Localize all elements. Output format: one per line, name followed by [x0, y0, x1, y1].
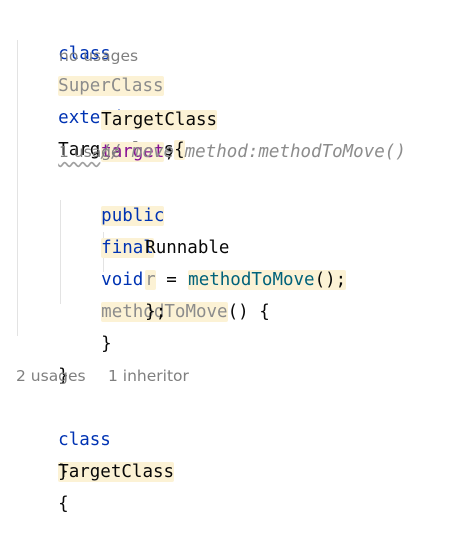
code-line-targetclass-close[interactable]: } — [16, 424, 69, 482]
comment-text: // move method:methodToMove() — [100, 142, 406, 162]
code-line-class-targetclass[interactable]: class TargetClass { — [16, 392, 175, 514]
lambda-close: }; — [145, 302, 167, 322]
code-editor[interactable]: class SuperClass extends TargetClass{ no… — [0, 0, 467, 514]
usages-hint[interactable]: no usages — [59, 44, 138, 68]
code-line-method-declaration[interactable]: public final void methodToMove() { — [59, 168, 270, 322]
code-line-comment[interactable]: // move method:methodToMove() — [16, 104, 406, 162]
code-line-runnable[interactable]: Runnable r = () -> { — [103, 200, 262, 290]
code-line-method-close[interactable]: } — [59, 296, 112, 354]
code-line-field[interactable]: TargetClass target; — [59, 72, 218, 162]
inheritors-hint[interactable]: 1 inheritor — [108, 364, 189, 388]
usages-hint[interactable]: 2 usages — [16, 364, 86, 388]
method-call-methodtomove-block[interactable]: methodToMove(); — [188, 270, 347, 290]
code-line-class-close[interactable]: } — [16, 328, 69, 386]
method-signature-rest: () { — [227, 302, 270, 322]
class-name-targetclass[interactable]: TargetClass — [58, 462, 175, 482]
open-brace: { — [58, 494, 69, 514]
method-call-name[interactable]: methodToMove — [188, 270, 314, 290]
usages-hint[interactable]: 1 usage — [59, 140, 121, 164]
method-call-rest: (); — [314, 270, 347, 290]
class-close-brace: } — [58, 462, 69, 482]
method-close-brace: } — [101, 334, 112, 354]
code-line-lambda-close[interactable]: }; — [103, 264, 166, 322]
code-line-class-superclass[interactable]: class SuperClass extends TargetClass{ — [16, 6, 185, 160]
code-line-method-call[interactable]: methodToMove(); — [146, 232, 347, 290]
